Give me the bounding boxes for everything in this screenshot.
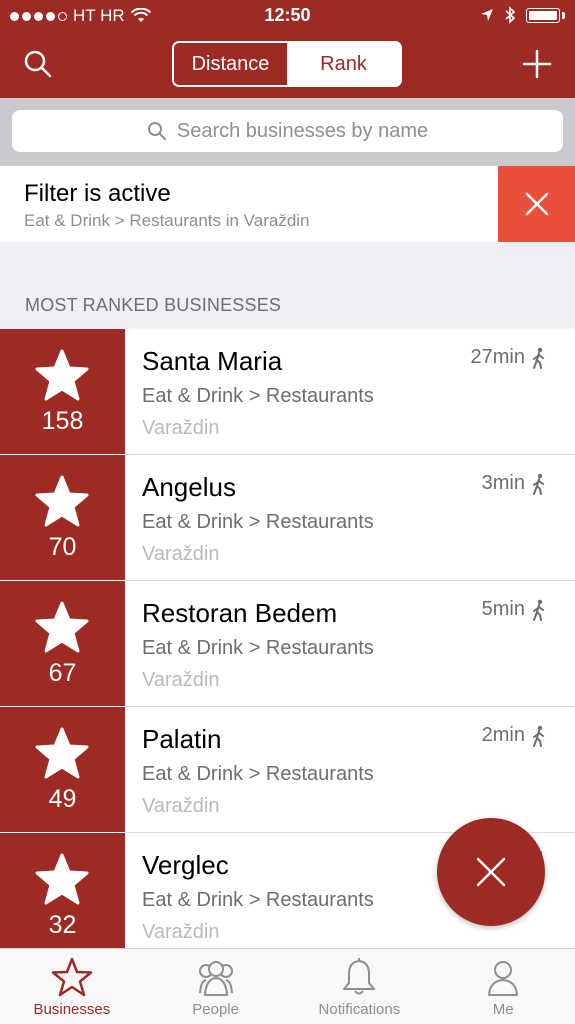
walking-icon xyxy=(533,599,544,621)
list-item[interactable]: 67 Restoran Bedem Eat & Drink > Restaura… xyxy=(0,581,575,707)
business-city: Varaždin xyxy=(142,921,220,943)
tab-label: Businesses xyxy=(33,1001,111,1018)
walking-icon xyxy=(533,473,544,495)
rank-badge: 158 xyxy=(0,329,125,454)
status-right xyxy=(480,6,565,24)
close-fab-button[interactable] xyxy=(437,818,545,926)
rank-badge: 67 xyxy=(0,581,125,706)
business-name: Palatin xyxy=(142,724,222,754)
rank-badge: 49 xyxy=(0,707,125,832)
bell-icon xyxy=(343,958,376,995)
business-category: Eat & Drink > Restaurants xyxy=(142,763,374,785)
walking-icon xyxy=(533,347,544,369)
rank-count: 158 xyxy=(41,407,84,435)
star-icon xyxy=(35,601,89,653)
search-placeholder: Search businesses by name xyxy=(176,119,429,142)
tab-bar: Businesses People Notifications Me xyxy=(0,948,575,1024)
distance-rank-segmented-control: Distance Rank xyxy=(172,41,402,87)
business-category: Eat & Drink > Restaurants xyxy=(142,511,374,533)
business-category: Eat & Drink > Restaurants xyxy=(142,889,374,911)
business-city: Varaždin xyxy=(142,669,220,691)
business-category: Eat & Drink > Restaurants xyxy=(142,385,374,407)
tab-label: Notifications xyxy=(318,1001,401,1018)
tab-people[interactable]: People xyxy=(144,949,288,1024)
walking-time: 3min xyxy=(482,472,547,495)
filter-description: Eat & Drink > Restaurants in Varaždin xyxy=(24,211,310,230)
rank-count: 67 xyxy=(48,659,77,687)
people-icon xyxy=(198,961,233,996)
business-city: Varaždin xyxy=(142,543,220,565)
star-icon xyxy=(35,853,89,905)
section-header: MOST RANKED BUSINESSES xyxy=(25,295,282,315)
rank-count: 32 xyxy=(48,911,77,939)
star-icon xyxy=(35,475,89,527)
business-category: Eat & Drink > Restaurants xyxy=(142,637,374,659)
search-field-icon xyxy=(147,122,166,140)
business-name: Angelus xyxy=(142,472,236,502)
battery-icon xyxy=(526,7,560,23)
segment-distance[interactable]: Distance xyxy=(174,43,287,85)
business-name: Verglec xyxy=(142,850,229,880)
search-icon[interactable] xyxy=(22,48,54,80)
tab-label: People xyxy=(192,1001,239,1018)
navigation-bar: Distance Rank xyxy=(0,32,575,98)
business-name: Santa Maria xyxy=(142,346,283,376)
star-icon xyxy=(35,727,89,779)
add-icon[interactable] xyxy=(521,48,553,80)
star-icon xyxy=(51,957,93,997)
business-name: Restoran Bedem xyxy=(142,598,338,628)
walking-time-value: 3min xyxy=(481,472,525,494)
clear-filter-button[interactable] xyxy=(498,166,575,242)
list-item[interactable]: 158 Santa Maria Eat & Drink > Restaurant… xyxy=(0,329,575,455)
active-filter-banner: Filter is active Eat & Drink > Restauran… xyxy=(0,166,575,242)
search-input[interactable]: Search businesses by name xyxy=(12,110,563,152)
walking-time: 2min xyxy=(482,724,547,747)
rank-count: 70 xyxy=(48,533,77,561)
walking-time: 27min xyxy=(471,346,547,369)
rank-badge: 32 xyxy=(0,833,125,958)
tab-businesses[interactable]: Businesses xyxy=(0,949,144,1024)
tab-notifications[interactable]: Notifications xyxy=(288,949,432,1024)
close-icon xyxy=(476,857,506,887)
bluetooth-icon xyxy=(505,6,516,24)
business-city: Varaždin xyxy=(142,795,220,817)
person-icon xyxy=(488,961,519,996)
tab-label: Me xyxy=(492,1001,514,1018)
walking-time-value: 5min xyxy=(481,598,525,620)
walking-time: 5min xyxy=(482,598,547,621)
walking-time-value: 27min xyxy=(470,346,525,368)
status-bar: HT HR 12:50 xyxy=(0,0,575,32)
walking-icon xyxy=(533,725,544,747)
list-item[interactable]: 49 Palatin Eat & Drink > Restaurants Var… xyxy=(0,707,575,833)
rank-badge: 70 xyxy=(0,455,125,580)
walking-time-value: 2min xyxy=(481,724,525,746)
close-icon xyxy=(525,192,548,216)
tab-me[interactable]: Me xyxy=(431,949,575,1024)
search-bar-container: Search businesses by name xyxy=(0,98,575,166)
business-city: Varaždin xyxy=(142,417,220,439)
segment-rank[interactable]: Rank xyxy=(287,43,400,85)
filter-title: Filter is active xyxy=(24,180,171,207)
rank-count: 49 xyxy=(48,785,77,813)
star-icon xyxy=(35,349,89,401)
list-item[interactable]: 70 Angelus Eat & Drink > Restaurants Var… xyxy=(0,455,575,581)
location-arrow-icon xyxy=(481,9,493,21)
battery-tip xyxy=(562,11,565,19)
